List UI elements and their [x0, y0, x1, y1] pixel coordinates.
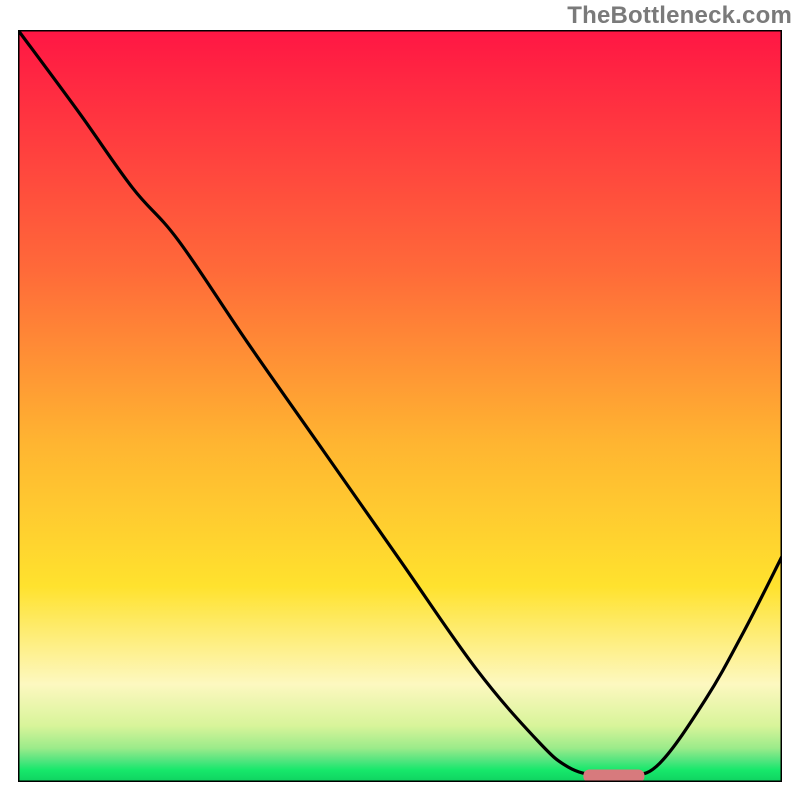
optimum-marker: [583, 769, 644, 782]
bottleneck-plot: [18, 30, 782, 782]
chart-stage: TheBottleneck.com: [0, 0, 800, 800]
gradient-background: [18, 30, 782, 782]
watermark-label: TheBottleneck.com: [567, 2, 792, 30]
plot-svg: [18, 30, 782, 782]
